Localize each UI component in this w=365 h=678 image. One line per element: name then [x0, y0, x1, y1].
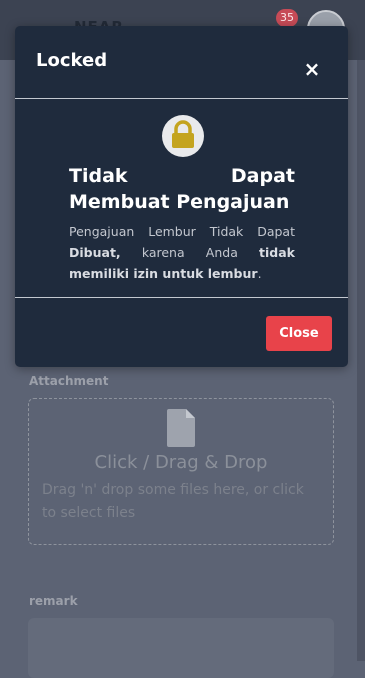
lock-icon — [162, 115, 204, 157]
scrollbar[interactable] — [357, 60, 365, 661]
modal-message: Pengajuan Lembur Tidak Dapat Dibuat, kar… — [69, 221, 295, 284]
message-text: karena Anda — [120, 245, 260, 260]
locked-modal: Locked × Tidak Dapat Membuat Pengajuan P… — [15, 26, 348, 367]
remark-input[interactable] — [28, 618, 334, 678]
dropzone-title: Click / Drag & Drop — [94, 452, 268, 473]
remark-label: remark — [29, 594, 78, 608]
message-text: . — [257, 266, 262, 281]
dropzone-hint: Drag 'n' drop some files here, or click … — [42, 482, 304, 521]
message-text: Pengajuan Lembur Tidak Dapat — [69, 224, 295, 239]
modal-heading: Tidak Dapat Membuat Pengajuan — [69, 165, 295, 213]
close-button[interactable]: Close — [266, 316, 332, 351]
message-emphasis: Dibuat, — [69, 245, 121, 260]
file-icon — [167, 409, 197, 451]
modal-footer-divider — [15, 297, 348, 298]
modal-header-divider — [15, 98, 348, 99]
modal-title: Locked — [36, 50, 108, 71]
notification-badge[interactable]: 35 — [276, 9, 298, 27]
attachment-label: Attachment — [29, 374, 109, 388]
close-icon[interactable]: × — [301, 58, 323, 80]
